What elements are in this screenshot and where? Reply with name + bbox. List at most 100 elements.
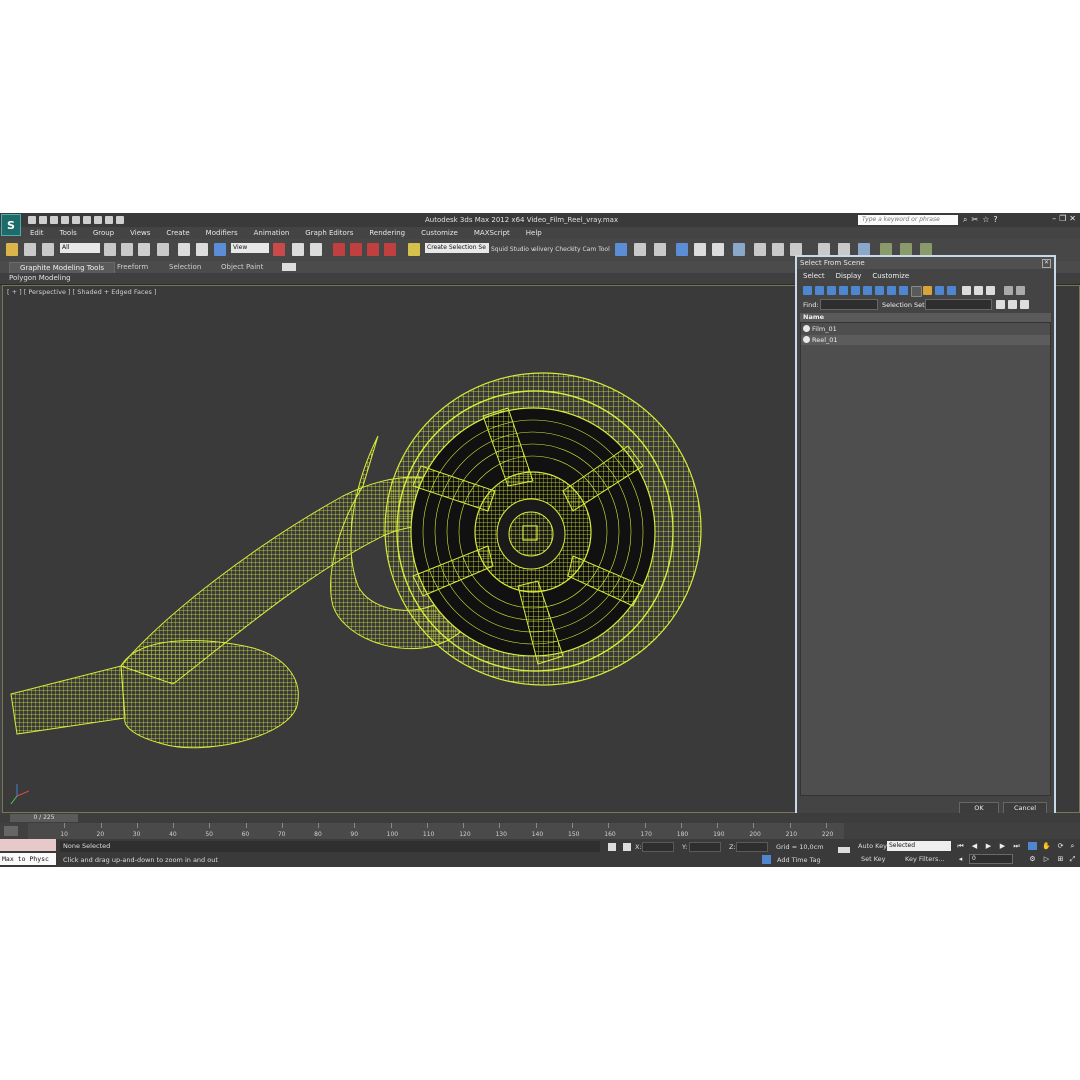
go-to-end-icon[interactable]: ⏭ [1012, 842, 1021, 850]
filter-options-icon[interactable] [1016, 286, 1025, 295]
display-none-icon[interactable] [923, 286, 932, 295]
display-invert-icon[interactable] [935, 286, 944, 295]
dialog-menu-display[interactable]: Display [830, 270, 867, 282]
select-manipulate-icon[interactable] [292, 243, 304, 256]
menu-create[interactable]: Create [158, 227, 197, 239]
open-file-icon[interactable] [39, 216, 47, 224]
x-coordinate-field[interactable] [642, 842, 674, 852]
display-shapes-icon[interactable] [815, 286, 824, 295]
close-icon[interactable]: ✕ [1069, 214, 1076, 223]
orbit-icon[interactable]: ⟳ [1056, 842, 1065, 850]
key-icon[interactable] [838, 847, 850, 853]
selection-set-remove-icon[interactable] [1020, 300, 1029, 309]
dialog-close-icon[interactable]: ✕ [1042, 259, 1051, 268]
zoom-all-icon[interactable]: ⊞ [1056, 855, 1065, 863]
bind-space-warp-icon[interactable] [42, 243, 54, 256]
menu-group[interactable]: Group [85, 227, 122, 239]
named-selection-dropdown[interactable]: Create Selection Se [425, 243, 489, 253]
percent-snap-icon[interactable] [367, 243, 379, 256]
dialog-menu-customize[interactable]: Customize [866, 270, 914, 282]
menu-edit[interactable]: Edit [22, 227, 52, 239]
selection-filter-dropdown[interactable]: All [60, 243, 100, 253]
timeline-ruler[interactable]: 10 20 30 40 50 60 70 80 90 100 110 120 130 140 150 160 1… [28, 823, 844, 839]
display-bones-icon[interactable] [899, 286, 908, 295]
select-none-icon[interactable] [974, 286, 983, 295]
lock-icon[interactable] [608, 843, 616, 851]
mini-curve-editor-icon[interactable] [4, 826, 18, 836]
delivery-check-button[interactable]: elivery Check [533, 246, 574, 253]
new-file-icon[interactable] [28, 216, 36, 224]
dialog-menu-select[interactable]: Select [797, 270, 830, 282]
time-tag-icon[interactable] [762, 855, 771, 864]
menu-help[interactable]: Help [518, 227, 550, 239]
find-input[interactable] [820, 299, 878, 310]
material-editor-icon[interactable] [733, 243, 745, 256]
menu-animation[interactable]: Animation [246, 227, 298, 239]
angle-snap-icon[interactable] [350, 243, 362, 256]
filter-icon[interactable] [1004, 286, 1013, 295]
graphite-toggle-icon[interactable] [676, 243, 688, 256]
menu-graph-editors[interactable]: Graph Editors [297, 227, 361, 239]
save-file-icon[interactable] [50, 216, 58, 224]
link-icon[interactable] [6, 243, 18, 256]
star-icon[interactable]: ☆ [982, 215, 989, 225]
snap-toggle-icon[interactable] [333, 243, 345, 256]
keyboard-shortcut-icon[interactable] [310, 243, 322, 256]
mirror-icon[interactable] [615, 243, 627, 256]
z-coordinate-field[interactable] [736, 842, 768, 852]
scale-icon[interactable] [214, 243, 226, 256]
align-icon[interactable] [634, 243, 646, 256]
select-all-icon[interactable] [962, 286, 971, 295]
list-item[interactable]: Film_01 [801, 324, 1050, 334]
edit-named-selection-icon[interactable] [408, 243, 420, 256]
column-header-name[interactable]: Name [800, 313, 1051, 322]
tab-freeform[interactable]: Freeform [117, 262, 148, 272]
keyword-search-input[interactable]: Type a keyword or phrase [858, 215, 958, 225]
auto-key-button[interactable]: Auto Key [858, 842, 887, 850]
menu-customize[interactable]: Customize [413, 227, 466, 239]
add-time-tag-button[interactable]: Add Time Tag [777, 856, 821, 864]
selection-set-dropdown[interactable] [925, 299, 992, 310]
key-mode-dropdown[interactable]: Selected [887, 841, 951, 851]
select-by-name-icon[interactable] [121, 243, 133, 256]
city-cam-tool-button[interactable]: ity Cam Tool [573, 246, 610, 253]
menu-maxscript[interactable]: MAXScript [466, 227, 518, 239]
maxscript-mini-listener[interactable]: Max to Physc [0, 853, 56, 865]
absolute-mode-icon[interactable] [623, 843, 631, 851]
menu-views[interactable]: Views [122, 227, 158, 239]
polygon-modeling-panel[interactable]: Polygon Modeling [9, 274, 71, 282]
restore-icon[interactable]: ❐ [1059, 214, 1066, 223]
previous-frame-icon[interactable]: ◀ [970, 842, 979, 850]
display-helpers-icon[interactable] [851, 286, 860, 295]
rotate-icon[interactable] [196, 243, 208, 256]
display-lights-icon[interactable] [827, 286, 836, 295]
undo-icon[interactable] [61, 216, 69, 224]
maximize-viewport-icon[interactable]: ⤢ [1068, 855, 1077, 863]
redo-icon[interactable] [72, 216, 80, 224]
zoom-icon[interactable]: ⌕ [1068, 842, 1077, 850]
pivot-center-icon[interactable] [273, 243, 285, 256]
tools-icon[interactable]: ✂ [971, 215, 978, 225]
project-folder-icon[interactable] [83, 216, 91, 224]
spinner-snap-icon[interactable] [384, 243, 396, 256]
window-layout-icon[interactable] [94, 216, 102, 224]
menu-tools[interactable]: Tools [52, 227, 85, 239]
key-previous-icon[interactable]: ◂ [956, 855, 965, 863]
rectangular-selection-icon[interactable] [138, 243, 150, 256]
rendered-frame-icon[interactable] [772, 243, 784, 256]
reference-coordinate-dropdown[interactable]: View [231, 243, 269, 253]
search-icon[interactable]: ⌕ [963, 215, 967, 225]
ribbon-options-icon[interactable] [282, 263, 296, 271]
display-spacewarps-icon[interactable] [863, 286, 872, 295]
move-icon[interactable] [178, 243, 190, 256]
selection-set-add-icon[interactable] [1008, 300, 1017, 309]
play-icon[interactable]: ▶ [984, 842, 993, 850]
key-mode-toggle-icon[interactable] [1028, 842, 1037, 850]
unlink-icon[interactable] [24, 243, 36, 256]
display-cameras-icon[interactable] [839, 286, 848, 295]
next-frame-icon[interactable]: ▶ [998, 842, 1007, 850]
time-config-icon[interactable]: ⚙ [1028, 855, 1037, 863]
help-icon[interactable]: ? [993, 215, 997, 225]
list-item[interactable]: Reel_01 [801, 335, 1050, 345]
workspace-icon[interactable] [116, 216, 124, 224]
